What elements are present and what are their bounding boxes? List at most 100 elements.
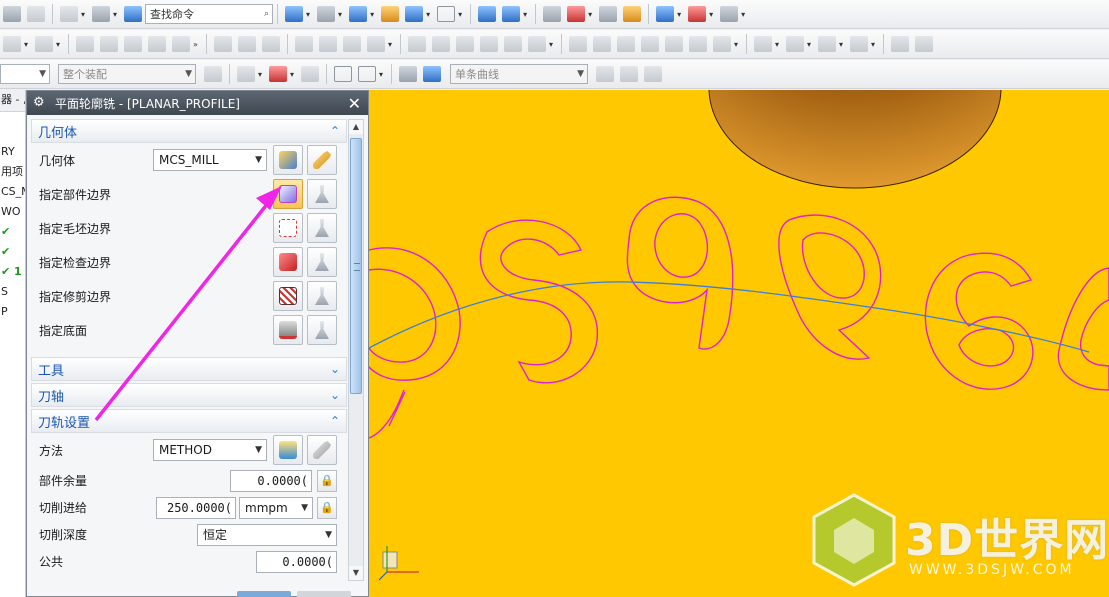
part-stock-input[interactable]: 0.0000( [230,469,312,492]
stop-at-icon[interactable] [620,66,639,82]
curve-e-icon[interactable] [503,36,522,52]
curve-b-icon[interactable] [431,36,450,52]
layer-dropdown-icon[interactable]: ▾ [426,10,430,19]
spline-icon[interactable] [664,36,683,52]
chevron-down-icon[interactable]: ⌄ [330,388,340,402]
curve-c-icon[interactable] [455,36,474,52]
dialog-scrollbar[interactable]: ▲ ▼ [348,119,364,581]
curve-dropdown-icon[interactable]: ▾ [549,40,553,49]
edit-method-button[interactable] [307,435,337,465]
navigator-row[interactable]: 用项 [0,162,25,182]
navigator-row[interactable]: ✔ 1 [0,262,25,282]
ruler-dropdown-icon[interactable]: ▾ [741,10,745,19]
navigator-row[interactable]: P [0,302,25,322]
lock-icon[interactable]: 🔒 [317,496,337,519]
analysis-c-dropdown-icon[interactable]: ▾ [839,40,843,49]
wcs-icon[interactable] [381,6,400,22]
surface-c-icon[interactable] [342,36,361,52]
navigator-row[interactable]: S [0,282,25,302]
curve-a-icon[interactable] [407,36,426,52]
create-program-icon[interactable] [502,6,521,22]
edit-param-icon[interactable] [100,36,119,52]
curve-d-icon[interactable] [479,36,498,52]
curve-f-icon[interactable] [527,36,546,52]
postprocess-icon[interactable] [623,6,642,22]
analysis-a-icon[interactable] [753,36,772,52]
chevron-up-icon[interactable]: ⌃ [330,124,340,138]
edit-feature-icon[interactable] [76,36,95,52]
replay-feature-icon[interactable] [148,36,167,52]
feed-unit-select[interactable]: mmpm ▼ [239,496,313,519]
type-filter-select[interactable]: ▼ [0,64,50,84]
feature-b-icon[interactable] [35,36,54,52]
close-icon[interactable]: ✕ [348,94,361,113]
generate-toolpath-dropdown-icon[interactable]: ▾ [588,10,592,19]
undo-dropdown-icon[interactable]: ▾ [81,10,85,19]
analysis-b-icon[interactable] [786,36,804,52]
navigator-row[interactable]: ✔ [0,222,25,242]
navigator-row[interactable]: ✔ [0,242,25,262]
select-all-icon[interactable] [334,66,353,82]
offset-curve-icon[interactable] [688,36,707,52]
select-check-boundary-button[interactable] [273,247,303,277]
scroll-up-icon[interactable]: ▲ [349,120,363,134]
filter-icon[interactable] [204,66,222,82]
show-check-boundary-button[interactable] [307,247,337,277]
circle-icon[interactable] [640,36,659,52]
method-select[interactable]: METHOD ▼ [153,439,267,461]
command-search-input[interactable]: 查找命令 ⌕ [145,4,274,24]
select-floor-button[interactable] [273,315,303,345]
operation-navigator-icon[interactable] [543,6,562,22]
ruler-icon[interactable] [720,6,739,22]
graphics-viewport[interactable]: 3D世界网 WWW.3DSJW.COM [369,90,1109,597]
open-icon[interactable] [3,6,21,22]
edit-geometry-button[interactable] [307,145,337,175]
measure-icon[interactable] [688,6,707,22]
delete-feature-icon[interactable] [124,36,143,52]
cancel-button[interactable] [297,591,351,597]
create-operation-icon[interactable] [478,6,497,22]
snap-a-dropdown-icon[interactable]: ▾ [258,70,262,79]
selection-icon[interactable] [92,6,111,22]
surface-dropdown-icon[interactable]: ▾ [388,40,392,49]
show-floor-button[interactable] [307,315,337,345]
analysis-a-dropdown-icon[interactable]: ▾ [775,40,779,49]
cut-feed-input[interactable]: 250.0000( [156,496,236,519]
sync-offset-icon[interactable] [237,36,256,52]
snap-point-dropdown-icon[interactable]: ▾ [290,70,294,79]
curve-rule-select[interactable]: 单条曲线 ▼ [450,64,589,84]
feature-b-dropdown-icon[interactable]: ▾ [56,40,60,49]
cut-depth-select[interactable]: 恒定 ▼ [197,523,337,546]
select-blank-boundary-button[interactable] [273,213,303,243]
measure-dropdown-icon[interactable]: ▾ [709,10,713,19]
more-feature-dropdown-icon[interactable]: » [193,40,198,49]
sync-replace-icon[interactable] [261,36,280,52]
assembly-scope-select[interactable]: 整个装配 ▼ [58,64,196,84]
create-program-dropdown-icon[interactable]: ▾ [523,10,527,19]
body-select-icon[interactable] [423,66,442,82]
analysis-b-dropdown-icon[interactable]: ▾ [807,40,811,49]
background-color-dropdown-icon[interactable]: ▾ [458,10,462,19]
view-orient-icon[interactable] [285,6,304,22]
render-style-icon[interactable] [317,6,336,22]
tool-section-header[interactable]: 工具 ⌄ [31,357,347,381]
ok-button[interactable] [237,591,291,597]
navigator-row[interactable]: WO [0,202,25,222]
undo-icon[interactable] [60,6,78,22]
analysis-c-icon[interactable] [818,36,837,52]
generate-toolpath-icon[interactable] [567,6,586,22]
sketch-dropdown-icon[interactable]: ▾ [734,40,738,49]
geometry-select[interactable]: MCS_MILL ▼ [153,149,267,171]
shaded-cube-dropdown-icon[interactable]: ▾ [370,10,374,19]
follow-icon[interactable] [644,66,663,82]
misc-b-icon[interactable] [915,36,934,52]
project-curve-icon[interactable] [712,36,731,52]
line-icon[interactable] [568,36,587,52]
geometry-section-header[interactable]: 几何体 ⌃ [31,119,347,143]
show-trim-boundary-button[interactable] [307,281,337,311]
render-style-dropdown-icon[interactable]: ▾ [338,10,342,19]
suppress-feature-icon[interactable] [172,36,191,52]
surface-a-icon[interactable] [294,36,313,52]
snap-a-icon[interactable] [237,66,255,82]
search-icon[interactable]: ⌕ [264,9,269,19]
